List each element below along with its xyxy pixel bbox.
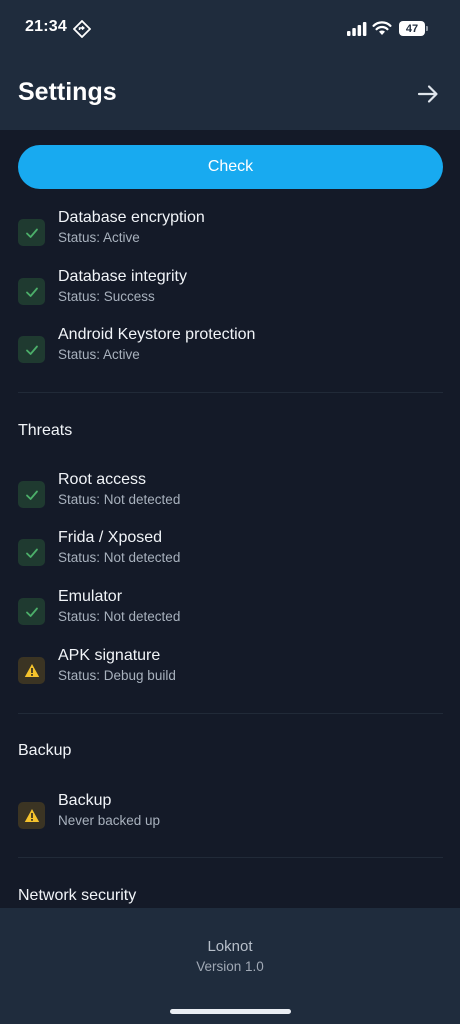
item-status: Status: Success [58,289,155,304]
app-version: Version 1.0 [196,959,264,974]
signal-icon [347,22,367,36]
item-status: Status: Not detected [58,492,181,507]
section-divider [18,857,443,858]
wifi-icon [372,21,392,35]
section-heading-network-security: Network security [18,887,137,904]
check-badge [18,598,45,625]
item-title: Database encryption [58,209,205,226]
check-button[interactable]: Check [18,145,443,189]
item-status: Status: Debug build [58,668,176,683]
warning-icon [24,809,39,822]
list-item-database-integrity[interactable]: Database integrity Status: Success [0,268,460,318]
status-bar: 21:34 47 [0,0,460,58]
list-item-keystore-protection[interactable]: Android Keystore protection Status: Acti… [0,326,460,376]
warning-icon [24,664,39,677]
item-title: Backup [58,792,112,809]
check-icon [25,607,38,617]
app-footer: Loknot Version 1.0 [0,908,460,1024]
item-title: Database integrity [58,268,187,285]
arrow-right-icon[interactable] [414,80,442,108]
battery-cap [426,26,428,31]
item-title: APK signature [58,647,161,664]
section-divider [18,713,443,714]
list-item-database-encryption[interactable]: Database encryption Status: Active [0,209,460,259]
item-status: Status: Not detected [58,609,181,624]
check-icon [25,345,38,355]
item-status: Never backed up [58,813,161,828]
check-icon [25,490,38,500]
battery-level: 47 [405,22,419,35]
item-title: Emulator [58,588,123,605]
list-item-emulator[interactable]: Emulator Status: Not detected [0,588,460,638]
check-icon [25,548,38,558]
app-bar: 21:34 47 Settings [0,0,460,130]
check-badge [18,481,45,508]
list-item-root-access[interactable]: Root access Status: Not detected [0,471,460,521]
app-name: Loknot [207,938,253,955]
page-title: Settings [18,78,117,106]
check-icon [25,228,38,238]
warning-badge [18,657,45,684]
check-badge [18,539,45,566]
battery-icon: 47 [399,21,425,36]
list-item-frida-xposed[interactable]: Frida / Xposed Status: Not detected [0,529,460,579]
section-heading-backup: Backup [18,742,72,759]
warning-badge [18,802,45,829]
item-title: Frida / Xposed [58,529,163,546]
item-status: Status: Active [58,347,140,362]
item-title: Android Keystore protection [58,326,256,343]
item-title: Root access [58,471,147,488]
list-item-apk-signature[interactable]: APK signature Status: Debug build [0,647,460,697]
check-badge [18,278,45,305]
status-time: 21:34 [25,18,67,35]
check-badge [18,336,45,363]
check-icon [25,287,38,297]
home-indicator[interactable] [170,1009,291,1014]
item-status: Status: Not detected [58,550,181,565]
check-badge [18,219,45,246]
list-item-backup[interactable]: Backup Never backed up [0,792,460,842]
settings-screen: 21:34 47 Settings Check Database encrypt… [0,0,460,1024]
item-status: Status: Active [58,230,140,245]
section-divider [18,392,443,393]
settings-content[interactable]: Check Database encryption Status: Active… [0,130,460,908]
navigation-diamond-icon [73,20,91,38]
section-heading-threats: Threats [18,422,73,439]
